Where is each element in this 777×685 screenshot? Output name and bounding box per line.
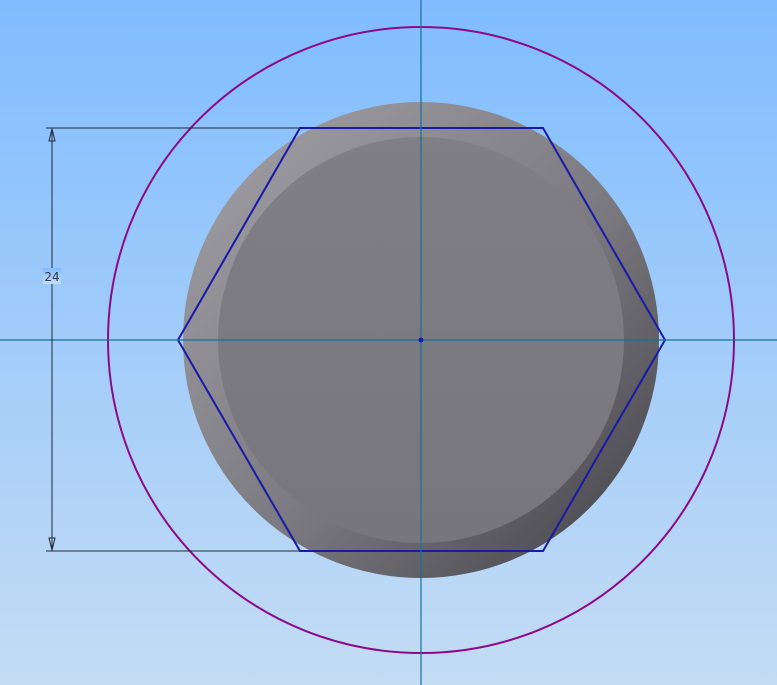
- dimension-label[interactable]: 24: [44, 270, 59, 284]
- cad-viewport[interactable]: 24: [0, 0, 777, 685]
- center-point[interactable]: [418, 337, 424, 343]
- sketch-canvas[interactable]: 24: [0, 0, 777, 685]
